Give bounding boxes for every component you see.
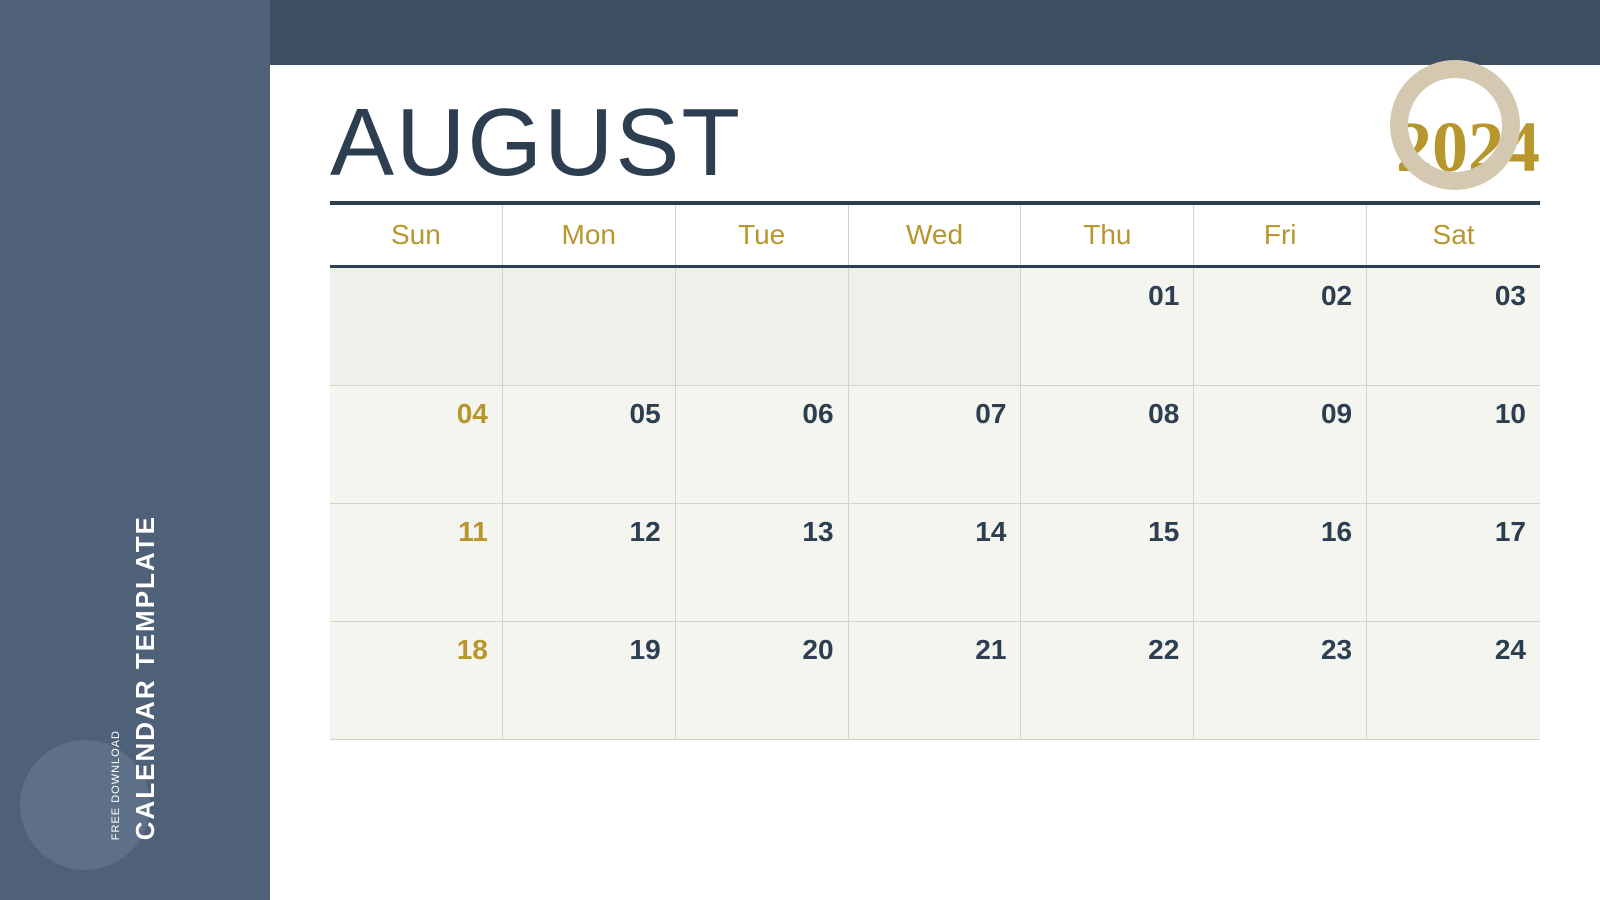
cell-date: 01 [1148,276,1179,312]
cell-date: 15 [1148,512,1179,548]
cell-date: 16 [1321,512,1352,548]
calendar-cell: 02 [1194,268,1367,386]
calendar-cell: 24 [1367,622,1540,740]
month-title: AUGUST [330,95,742,191]
calendar-cell: 06 [676,386,849,504]
calendar-template-label: CALENDAR TEMPLATE [130,515,161,840]
calendar-cell: 01 [1021,268,1194,386]
day-header-fri: Fri [1194,205,1367,265]
calendar-cell: 11 [330,504,503,622]
calendar-cell: 22 [1021,622,1194,740]
calendar-cell: 00 [849,268,1022,386]
calendar-cell: 17 [1367,504,1540,622]
top-bar [270,0,1600,65]
calendar-cell: 15 [1021,504,1194,622]
calendar-cell: 12 [503,504,676,622]
free-download-label: FREE DOWNLOAD [110,730,122,840]
cell-date: 14 [975,512,1006,548]
cell-date: 23 [1321,630,1352,666]
cell-date: 07 [975,394,1006,430]
calendar-content: AUGUST 2024 SunMonTueWedThuFriSat 000000… [270,65,1600,900]
calendar-cell: 09 [1194,386,1367,504]
days-of-week-header: SunMonTueWedThuFriSat [330,205,1540,268]
calendar-cell: 00 [503,268,676,386]
calendar-cell: 03 [1367,268,1540,386]
cell-date: 22 [1148,630,1179,666]
cell-date: 11 [458,512,488,548]
cell-date: 04 [457,394,488,430]
calendar-cell: 00 [676,268,849,386]
cell-date: 10 [1495,394,1526,430]
day-header-sat: Sat [1367,205,1540,265]
calendar-header: AUGUST 2024 [330,85,1540,201]
day-header-thu: Thu [1021,205,1194,265]
cell-date: 08 [1148,394,1179,430]
day-header-mon: Mon [503,205,676,265]
calendar-cell: 14 [849,504,1022,622]
cell-date: 18 [457,630,488,666]
calendar-grid: 0000000001020304050607080910111213141516… [330,268,1540,740]
sidebar: FREE DOWNLOAD CALENDAR TEMPLATE [0,0,270,900]
calendar-cell: 13 [676,504,849,622]
decorative-circle-top [1390,60,1520,190]
day-header-sun: Sun [330,205,503,265]
cell-date: 13 [802,512,833,548]
cell-date: 20 [802,630,833,666]
calendar-cell: 16 [1194,504,1367,622]
calendar-cell: 08 [1021,386,1194,504]
cell-date: 05 [630,394,661,430]
cell-date: 06 [802,394,833,430]
cell-date: 19 [630,630,661,666]
calendar-cell: 10 [1367,386,1540,504]
day-header-tue: Tue [676,205,849,265]
calendar-cell: 00 [330,268,503,386]
cell-date: 09 [1321,394,1352,430]
calendar-cell: 18 [330,622,503,740]
calendar-main: AUGUST 2024 SunMonTueWedThuFriSat 000000… [270,0,1600,900]
calendar-cell: 07 [849,386,1022,504]
cell-date: 02 [1321,276,1352,312]
calendar-cell: 19 [503,622,676,740]
sidebar-text-container: FREE DOWNLOAD CALENDAR TEMPLATE [110,515,161,860]
calendar-cell: 21 [849,622,1022,740]
cell-date: 21 [975,630,1006,666]
calendar-cell: 20 [676,622,849,740]
day-header-wed: Wed [849,205,1022,265]
calendar-cell: 23 [1194,622,1367,740]
calendar-cell: 04 [330,386,503,504]
cell-date: 24 [1495,630,1526,666]
cell-date: 17 [1495,512,1526,548]
cell-date: 03 [1495,276,1526,312]
calendar-cell: 05 [503,386,676,504]
cell-date: 12 [630,512,661,548]
